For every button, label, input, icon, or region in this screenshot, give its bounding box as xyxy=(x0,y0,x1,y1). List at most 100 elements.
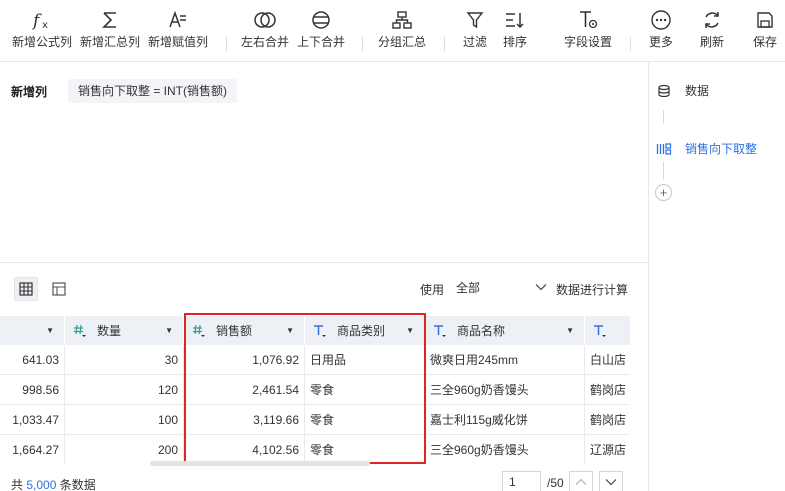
table-cell: 641.03 xyxy=(0,345,65,375)
table-cell: 1,664.27 xyxy=(0,435,65,464)
table-cell: 鹤岗店 xyxy=(585,405,630,435)
refresh-button[interactable]: 刷新 xyxy=(696,6,728,58)
table-cell: 日用品 xyxy=(305,345,425,375)
table-header[interactable]: 商品类别 ▼ xyxy=(305,316,425,345)
table-cell: 998.56 xyxy=(0,375,65,405)
table-cell: 4,102.56 xyxy=(184,435,305,464)
table-header[interactable] xyxy=(585,316,630,345)
new-column-label: 新增列 xyxy=(11,85,48,99)
table-cell: 嘉士利115g威化饼 xyxy=(425,405,585,435)
total-count-value: 5,000 xyxy=(26,478,57,491)
table-header[interactable]: 数量 ▼ xyxy=(65,316,184,345)
use-select-value: 全部 xyxy=(456,280,481,295)
svg-text:f: f xyxy=(31,11,42,31)
save-button[interactable]: 保存 xyxy=(748,6,782,58)
text-type-icon xyxy=(313,324,327,338)
chevron-down-icon xyxy=(535,284,547,291)
chevron-up-icon xyxy=(575,478,587,485)
table-cell: 三全960g奶香馒头 xyxy=(425,375,585,405)
step-data-label: 数据 xyxy=(685,84,710,98)
number-type-icon xyxy=(192,324,206,338)
funnel-icon xyxy=(465,6,485,34)
page-total: /50 xyxy=(547,476,564,490)
sort-icon xyxy=(504,6,526,34)
toolbar-separator xyxy=(362,37,363,51)
add-step-button[interactable]: + xyxy=(655,184,672,201)
filter-button[interactable]: 过滤 xyxy=(458,6,492,58)
table-cell: 1,033.47 xyxy=(0,405,65,435)
formula-expression[interactable]: 销售向下取整 = INT(销售额) xyxy=(68,79,237,103)
table-cell: 100 xyxy=(65,405,184,435)
toolbar: fx 新增公式列 新增汇总列 新增赋值列 左右合并 上下合并 分组汇总 过滤 排… xyxy=(0,0,785,62)
calc-label: 数据进行计算 xyxy=(556,283,629,297)
steps-panel: 数据 销售向下取整 + xyxy=(649,62,785,491)
page-number-input[interactable]: 1 xyxy=(502,471,541,491)
use-select[interactable]: 全部 xyxy=(451,275,551,299)
total-count: 共 5,000 条数据 xyxy=(11,478,96,491)
step-connector xyxy=(663,162,664,180)
table-cell: 三全960g奶香馒头 xyxy=(425,435,585,464)
grid-view-button[interactable] xyxy=(14,277,38,301)
top-bottom-merge-button[interactable]: 上下合并 xyxy=(295,6,347,58)
table-cell: 白山店 xyxy=(585,345,630,375)
table-cell: 30 xyxy=(65,345,184,375)
layout-icon xyxy=(52,282,66,296)
caret-down-icon[interactable]: ▼ xyxy=(165,326,173,335)
fx-icon: fx xyxy=(30,6,54,34)
table-cell: 辽源店 xyxy=(585,435,630,464)
sort-button[interactable]: 排序 xyxy=(498,6,532,58)
table-cell: 3,119.66 xyxy=(184,405,305,435)
layout-view-button[interactable] xyxy=(47,277,71,301)
table-cell: 1,076.92 xyxy=(184,345,305,375)
table-cell: 2,461.54 xyxy=(184,375,305,405)
venn-horizontal-icon xyxy=(252,6,278,34)
text-type-icon xyxy=(593,324,607,338)
caret-down-icon[interactable]: ▼ xyxy=(46,326,54,335)
step-current[interactable]: 销售向下取整 xyxy=(656,140,757,157)
text-type-icon xyxy=(433,324,447,338)
svg-text:x: x xyxy=(42,20,48,31)
table-header[interactable]: 销售额 ▼ xyxy=(184,316,305,345)
hierarchy-icon xyxy=(391,6,413,34)
caret-down-icon[interactable]: ▼ xyxy=(406,326,414,335)
data-table: ▼ 数量 ▼ 销售额 ▼ 商品类别 ▼ 商品名称 ▼ 641.03 30 1,0… xyxy=(0,316,630,464)
field-settings-button[interactable]: 字段设置 xyxy=(561,6,615,58)
more-button[interactable]: 更多 xyxy=(645,6,677,58)
table-header[interactable]: ▼ xyxy=(0,316,65,345)
table-cell: 200 xyxy=(65,435,184,464)
horizontal-scrollbar[interactable] xyxy=(150,461,370,466)
refresh-icon xyxy=(701,6,723,34)
more-icon xyxy=(650,6,672,34)
next-page-button[interactable] xyxy=(599,471,623,491)
caret-down-icon[interactable]: ▼ xyxy=(286,326,294,335)
database-icon xyxy=(656,83,672,99)
columns-icon xyxy=(656,141,672,157)
table-cell: 微爽日用245mm xyxy=(425,345,585,375)
group-summary-button[interactable]: 分组汇总 xyxy=(376,6,428,58)
step-current-label: 销售向下取整 xyxy=(685,142,758,156)
grid-icon xyxy=(19,282,33,296)
new-summary-column-button[interactable]: 新增汇总列 xyxy=(78,6,142,58)
prev-page-button[interactable] xyxy=(569,471,593,491)
step-data[interactable]: 数据 xyxy=(656,82,709,99)
step-connector xyxy=(663,110,664,124)
table-cell: 零食 xyxy=(305,435,425,464)
toolbar-separator xyxy=(226,37,227,51)
use-label: 使用 xyxy=(420,283,445,297)
assign-icon xyxy=(167,6,189,34)
caret-down-icon[interactable]: ▼ xyxy=(566,326,574,335)
table-cell: 零食 xyxy=(305,375,425,405)
table-cell: 零食 xyxy=(305,405,425,435)
field-settings-icon xyxy=(577,6,599,34)
left-right-merge-button[interactable]: 左右合并 xyxy=(239,6,291,58)
save-icon xyxy=(755,6,775,34)
new-formula-column-button[interactable]: fx 新增公式列 xyxy=(10,6,74,58)
table-cell: 120 xyxy=(65,375,184,405)
new-assign-column-button[interactable]: 新增赋值列 xyxy=(146,6,210,58)
number-type-icon xyxy=(73,324,87,338)
formula-area: 新增列 销售向下取整 = INT(销售额) xyxy=(0,62,648,262)
table-header[interactable]: 商品名称 ▼ xyxy=(425,316,585,345)
toolbar-separator xyxy=(630,37,631,51)
chevron-down-icon xyxy=(605,479,617,486)
section-divider xyxy=(0,262,648,263)
